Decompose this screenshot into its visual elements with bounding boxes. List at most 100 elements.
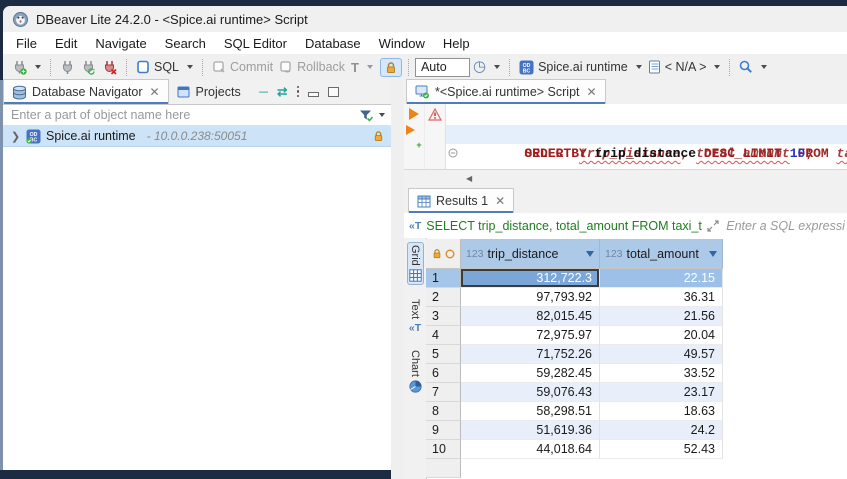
table-row[interactable]: 759,076.4323.17 — [426, 383, 847, 402]
sort-desc-icon[interactable] — [586, 251, 594, 257]
tab-results-1[interactable]: Results 1 ✕ — [408, 188, 514, 213]
collapse-all-icon[interactable]: ─ — [259, 85, 268, 99]
dropdown-caret[interactable] — [187, 65, 193, 69]
tab-database-navigator[interactable]: Database Navigator ✕ — [3, 79, 169, 104]
grid-corner-cell[interactable] — [426, 239, 461, 269]
column-header-trip-distance[interactable]: 123 trip_distance — [461, 239, 600, 269]
menu-item-sql-editor[interactable]: SQL Editor — [215, 34, 296, 53]
filter-funnel-icon[interactable] — [359, 109, 373, 122]
table-cell[interactable]: 72,975.97 — [461, 326, 600, 345]
code-line-1[interactable]: SELECT trip_distance, total_amount FROM … — [446, 106, 847, 125]
dropdown-caret[interactable] — [494, 65, 500, 69]
scroll-left-arrow-icon[interactable]: ◀ — [466, 174, 472, 183]
table-row[interactable]: 297,793.9236.31 — [426, 288, 847, 307]
view-menu-icon[interactable] — [297, 86, 300, 98]
dropdown-caret[interactable] — [35, 65, 41, 69]
row-number[interactable]: 9 — [426, 421, 461, 440]
table-row[interactable]: 659,282.4533.52 — [426, 364, 847, 383]
table-cell[interactable]: 71,752.26 — [461, 345, 600, 364]
code-area[interactable]: SELECT trip_distance, total_amount FROM … — [446, 106, 847, 169]
table-row[interactable]: 951,619.3624.2 — [426, 421, 847, 440]
transaction-mode-button[interactable]: T — [348, 58, 376, 77]
code-line-2-current[interactable]: ORDER BY trip_distance DESC LIMIT 10; — [446, 125, 847, 144]
sql-editor[interactable]: + — [404, 104, 847, 169]
minimize-panel-icon[interactable] — [308, 92, 319, 97]
dropdown-caret[interactable] — [761, 65, 767, 69]
expand-filter-icon[interactable] — [707, 220, 719, 232]
dropdown-caret[interactable] — [714, 65, 720, 69]
disconnect-button[interactable] — [99, 58, 120, 77]
table-cell[interactable]: 20.04 — [600, 326, 723, 345]
table-cell[interactable]: 33.52 — [600, 364, 723, 383]
object-filter-input[interactable] — [9, 107, 359, 123]
table-cell[interactable]: 59,076.43 — [461, 383, 600, 402]
sort-desc-icon[interactable] — [709, 251, 717, 257]
dropdown-caret[interactable] — [367, 65, 373, 69]
editor-horizontal-scrollbar[interactable]: ◀ — [404, 169, 847, 188]
row-number[interactable]: 2 — [426, 288, 461, 307]
table-cell[interactable]: 58,298.51 — [461, 402, 600, 421]
table-cell[interactable]: 21.56 — [600, 307, 723, 326]
connect-button[interactable] — [57, 58, 78, 77]
menu-item-search[interactable]: Search — [156, 34, 215, 53]
table-cell[interactable]: 18.63 — [600, 402, 723, 421]
menu-item-database[interactable]: Database — [296, 34, 370, 53]
active-schema-selector[interactable]: < N/A > — [645, 58, 724, 76]
table-cell[interactable]: 312,722.3 — [461, 269, 600, 288]
execute-statement-icon[interactable] — [409, 108, 419, 120]
new-connection-button[interactable] — [9, 58, 44, 77]
transaction-log-button[interactable]: ◷ — [470, 58, 503, 76]
table-cell[interactable]: 52.43 — [600, 440, 723, 459]
column-header-total-amount[interactable]: 123 total_amount — [600, 239, 723, 269]
toggle-connection-lock-button[interactable] — [380, 58, 402, 77]
row-number[interactable]: 10 — [426, 440, 461, 459]
maximize-panel-icon[interactable] — [328, 87, 339, 97]
row-number[interactable]: 7 — [426, 383, 461, 402]
execute-new-tab-icon[interactable]: + — [406, 125, 421, 153]
view-tab-chart[interactable]: Chart — [408, 348, 423, 395]
menu-item-help[interactable]: Help — [434, 34, 479, 53]
table-row[interactable]: 1312,722.322.15 — [426, 269, 847, 288]
view-tab-grid[interactable]: Grid — [407, 242, 424, 285]
table-cell[interactable]: 59,282.45 — [461, 364, 600, 383]
menu-item-window[interactable]: Window — [370, 34, 434, 53]
commit-button[interactable]: Commit — [209, 58, 276, 76]
table-cell[interactable]: 24.2 — [600, 421, 723, 440]
menu-item-navigate[interactable]: Navigate — [86, 34, 155, 53]
row-number[interactable]: 8 — [426, 402, 461, 421]
table-cell[interactable]: 22.15 — [600, 269, 723, 288]
tab-projects[interactable]: Projects — [169, 80, 249, 104]
table-row[interactable]: 472,975.9720.04 — [426, 326, 847, 345]
table-cell[interactable]: 51,619.36 — [461, 421, 600, 440]
table-cell[interactable]: 82,015.45 — [461, 307, 600, 326]
close-icon[interactable]: ✕ — [587, 85, 597, 99]
table-cell[interactable]: 23.17 — [600, 383, 723, 402]
active-connection-selector[interactable]: OD BC Spice.ai runtime — [516, 58, 645, 77]
close-icon[interactable]: ✕ — [149, 85, 159, 99]
link-with-editor-icon[interactable]: ⇄ — [277, 84, 287, 99]
row-number[interactable]: 6 — [426, 364, 461, 383]
table-cell[interactable]: 44,018.64 — [461, 440, 600, 459]
filter-dropdown-caret[interactable] — [379, 113, 385, 117]
tree-item-connection[interactable]: ❯ OD BC Spice.ai runtime - 10.0.0.238:50… — [3, 126, 391, 147]
table-row[interactable]: 1044,018.6452.43 — [426, 440, 847, 459]
search-button[interactable] — [736, 58, 770, 76]
table-cell[interactable]: 97,793.92 — [461, 288, 600, 307]
dropdown-caret[interactable] — [636, 65, 642, 69]
row-number[interactable]: 5 — [426, 345, 461, 364]
commit-mode-combo[interactable]: Auto — [415, 58, 470, 77]
menu-item-file[interactable]: File — [7, 34, 46, 53]
reconnect-button[interactable] — [78, 58, 99, 77]
row-number[interactable]: 4 — [426, 326, 461, 345]
row-number[interactable]: 3 — [426, 307, 461, 326]
close-icon[interactable]: ✕ — [495, 194, 505, 208]
panel-splitter[interactable] — [391, 80, 404, 479]
row-number[interactable]: 1 — [426, 269, 461, 288]
menu-item-edit[interactable]: Edit — [46, 34, 86, 53]
rollback-button[interactable]: Rollback — [276, 58, 348, 76]
table-row[interactable]: 571,752.2649.57 — [426, 345, 847, 364]
sql-editor-button[interactable]: SQL — [133, 58, 196, 76]
tree-expander-icon[interactable]: ❯ — [11, 130, 21, 143]
table-row[interactable]: 858,298.5118.63 — [426, 402, 847, 421]
table-cell[interactable]: 49.57 — [600, 345, 723, 364]
